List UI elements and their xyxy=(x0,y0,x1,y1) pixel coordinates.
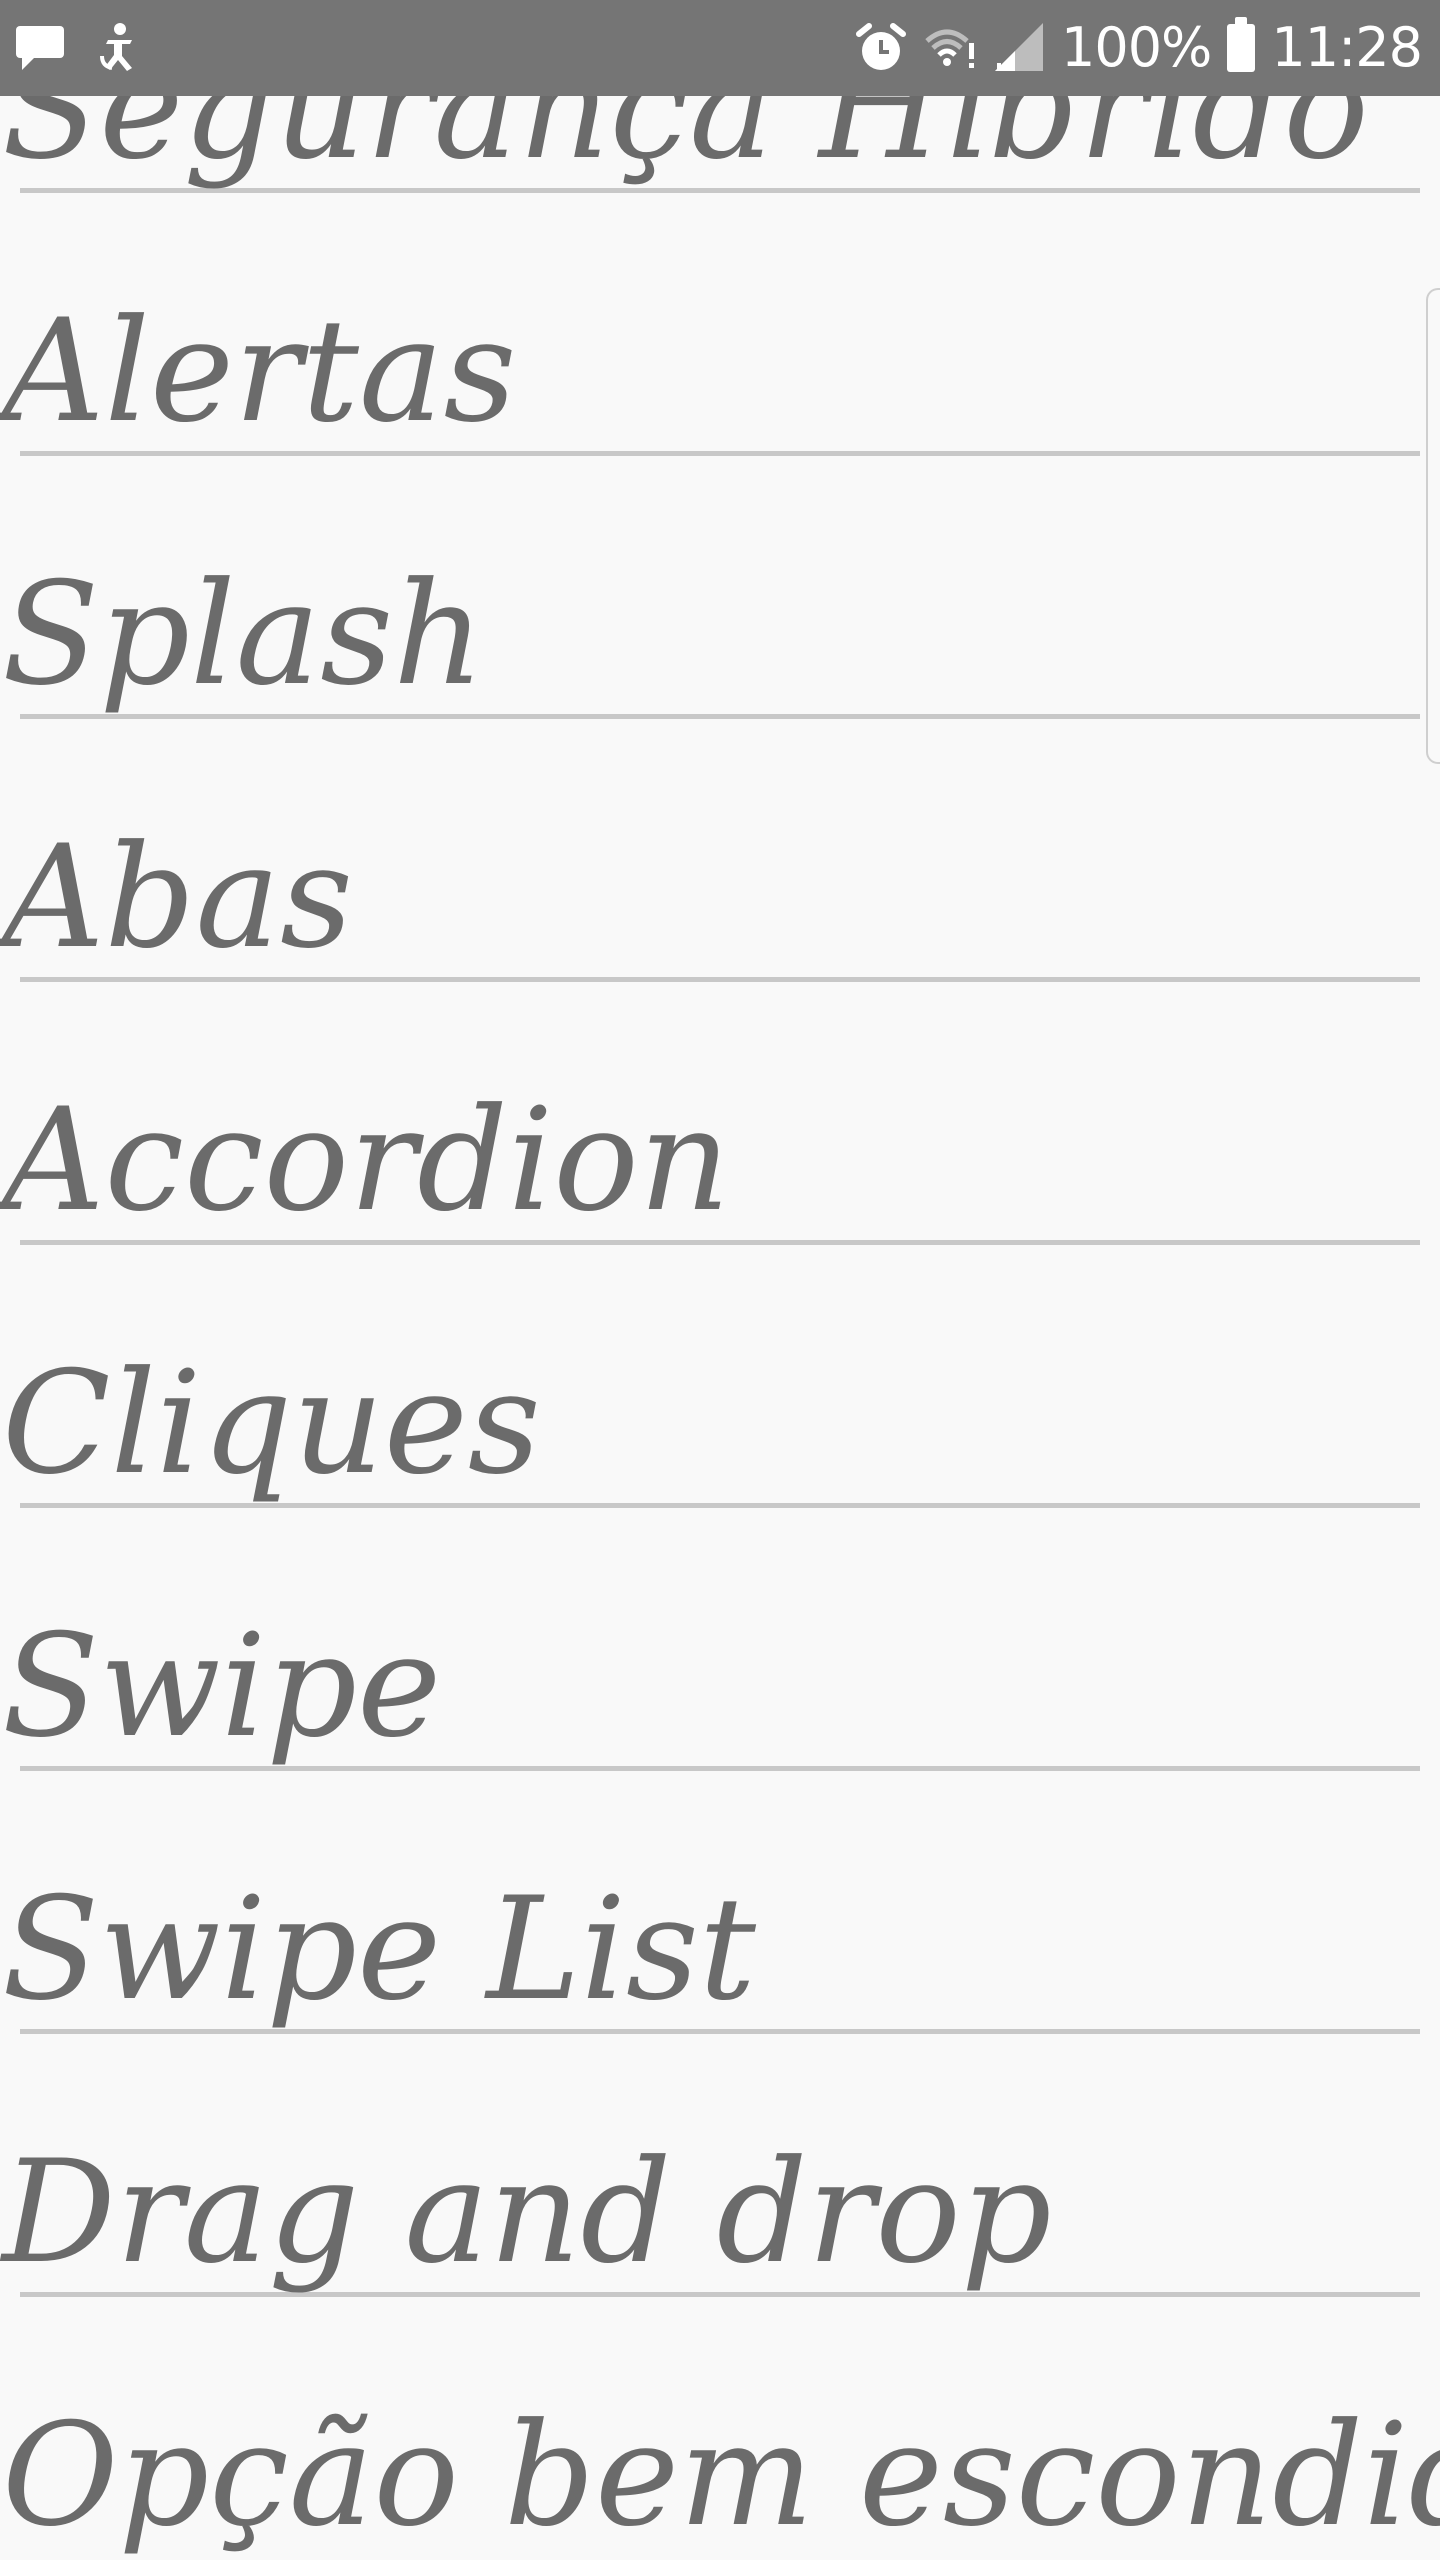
list-item-swipe-list[interactable]: Swipe List xyxy=(0,1771,1440,2029)
status-bar-left xyxy=(14,20,140,76)
list-item-label: Swipe xyxy=(2,1604,442,1769)
list-item-seguranca-hibrido[interactable]: Segurança Híbrido xyxy=(0,96,1440,188)
message-icon xyxy=(14,24,66,72)
menu-list-viewport[interactable]: Segurança Híbrido Alertas Splash Abas Ac… xyxy=(0,96,1440,2560)
list-item-abas[interactable]: Abas xyxy=(0,719,1440,977)
status-bar: 100% 11:28 xyxy=(0,0,1440,96)
wifi-icon xyxy=(923,25,977,71)
status-bar-right: 100% 11:28 xyxy=(855,14,1423,82)
menu-list: Segurança Híbrido Alertas Splash Abas Ac… xyxy=(0,96,1440,2555)
list-item-splash[interactable]: Splash xyxy=(0,456,1440,714)
list-item-drag-and-drop[interactable]: Drag and drop xyxy=(0,2034,1440,2292)
list-item-label: Abas xyxy=(2,815,353,980)
list-item-label: Swipe List xyxy=(2,1867,756,2032)
list-item-label: Alertas xyxy=(2,289,517,454)
clock-time: 11:28 xyxy=(1271,16,1423,79)
list-item-opcao-bem-escondida[interactable]: Opção bem escondida xyxy=(0,2297,1440,2555)
list-item-cliques[interactable]: Cliques xyxy=(0,1245,1440,1503)
list-item-label: Segurança Híbrido xyxy=(2,96,1369,191)
accessibility-icon xyxy=(96,22,140,74)
list-item-accordion[interactable]: Accordion xyxy=(0,982,1440,1240)
list-item-label: Opção bem escondida xyxy=(2,2393,1440,2558)
battery-percent: 100% xyxy=(1060,16,1212,79)
alarm-icon xyxy=(855,22,907,74)
signal-icon xyxy=(993,23,1045,73)
list-item-label: Splash xyxy=(2,552,485,717)
scroll-indicator[interactable] xyxy=(1426,288,1440,764)
list-item-alertas[interactable]: Alertas xyxy=(0,193,1440,451)
battery-icon xyxy=(1227,17,1256,72)
list-item-label: Drag and drop xyxy=(2,2130,1052,2295)
list-item-label: Accordion xyxy=(2,1078,731,1243)
list-item-label: Cliques xyxy=(2,1341,541,1506)
list-item-swipe[interactable]: Swipe xyxy=(0,1508,1440,1766)
